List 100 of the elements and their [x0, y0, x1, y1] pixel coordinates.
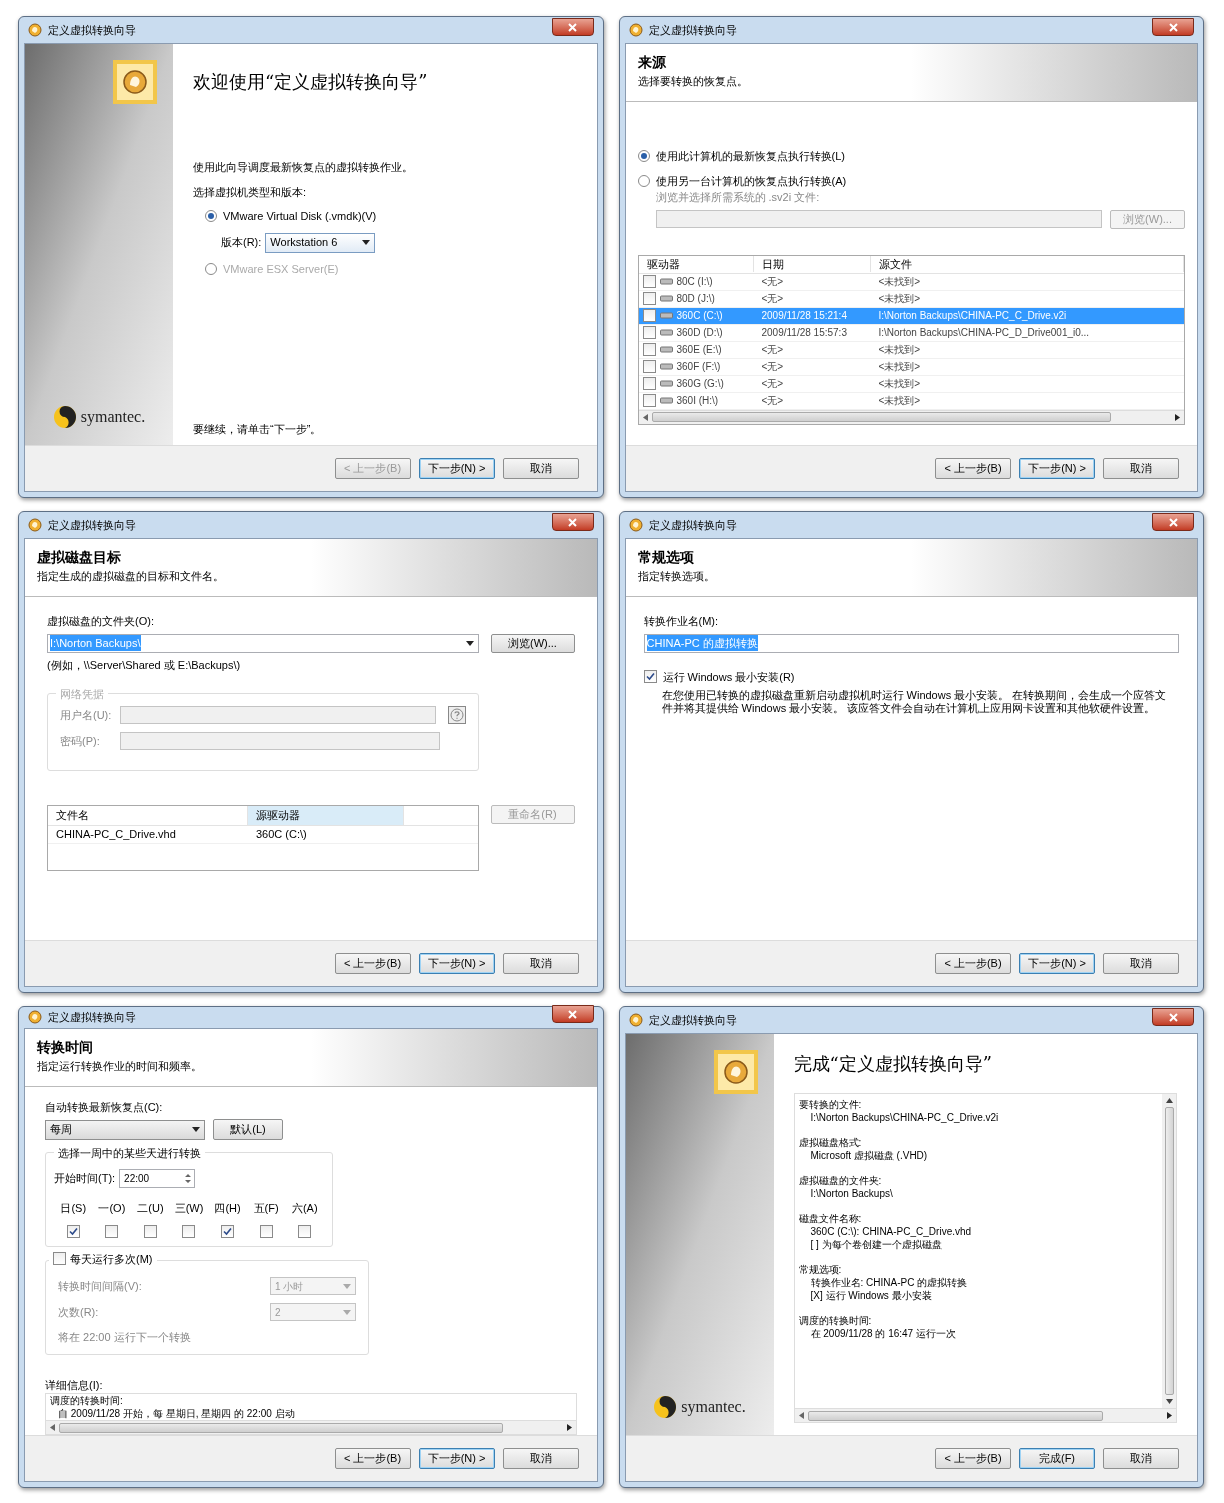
- back-button[interactable]: < 上一步(B): [334, 1448, 411, 1469]
- username-field[interactable]: [120, 706, 436, 724]
- table-row[interactable]: 360E (E:\) <无> <未找到>: [638, 341, 1184, 359]
- password-field[interactable]: [120, 732, 440, 750]
- close-button[interactable]: [1152, 1008, 1194, 1026]
- page-subheading: 选择要转换的恢复点。: [637, 74, 749, 89]
- table-cell-text: 2009/11/28 15:21:4: [760, 309, 848, 323]
- username-label: 用户名(U):: [60, 707, 113, 723]
- interval-label: 转换时间间隔(V):: [58, 1278, 142, 1294]
- horizontal-scrollbar[interactable]: [46, 1420, 576, 1434]
- day-checkbox[interactable]: [105, 1224, 119, 1238]
- window-title: 定义虚拟转换向导: [48, 22, 136, 38]
- cancel-button[interactable]: 取消: [502, 953, 579, 974]
- day-checkbox[interactable]: [221, 1224, 235, 1238]
- close-button[interactable]: [551, 18, 594, 36]
- table-cell-text: 360F (F:\): [676, 360, 721, 374]
- next-button[interactable]: 下一步(N) >: [1019, 953, 1095, 974]
- close-button[interactable]: [1152, 18, 1194, 36]
- checkbox[interactable]: [642, 292, 656, 305]
- checkbox[interactable]: [642, 377, 656, 390]
- table-cell-text: <未找到>: [877, 275, 922, 289]
- cancel-button[interactable]: 取消: [1103, 1448, 1179, 1469]
- frequency-dropdown[interactable]: 每周: [45, 1119, 205, 1140]
- drive-icon: [659, 380, 673, 387]
- dropdown-caret-icon: [343, 1283, 351, 1289]
- group-legend: 网络凭据: [56, 686, 108, 703]
- help-icon[interactable]: [447, 706, 466, 724]
- job-name-label: 转换作业名(M):: [643, 614, 720, 629]
- radio-button[interactable]: [637, 150, 650, 163]
- horizontal-scrollbar[interactable]: [794, 1408, 1176, 1422]
- column-header[interactable]: 日期: [753, 255, 871, 273]
- radio-button[interactable]: [637, 174, 650, 187]
- file-path-field[interactable]: [655, 210, 1103, 228]
- start-time-spinner[interactable]: 22:00: [119, 1169, 196, 1188]
- default-button[interactable]: 默认(L): [213, 1119, 283, 1140]
- close-button[interactable]: [1152, 513, 1194, 531]
- back-button[interactable]: < 上一步(B): [935, 953, 1011, 974]
- next-button[interactable]: 下一步(N) >: [418, 458, 495, 479]
- column-header[interactable]: 源文件: [870, 255, 1184, 273]
- close-button[interactable]: [551, 1005, 594, 1024]
- logo-text: symantec.: [80, 407, 146, 428]
- day-label: 三(W): [173, 1201, 205, 1216]
- day-checkbox[interactable]: [259, 1224, 273, 1238]
- checkbox[interactable]: [53, 1252, 66, 1266]
- table-row[interactable]: 360G (G:\) <无> <未找到>: [638, 375, 1184, 393]
- day-checkbox[interactable]: [182, 1224, 196, 1238]
- cancel-button[interactable]: 取消: [1103, 458, 1179, 479]
- day-checkbox[interactable]: [143, 1224, 157, 1238]
- summary-value: Microsoft 虚拟磁盘 (.VHD): [809, 1149, 929, 1162]
- day-checkbox[interactable]: [298, 1224, 312, 1238]
- column-header[interactable]: 源驱动器: [248, 806, 404, 825]
- scroll-right-icon: [1175, 413, 1180, 421]
- radio-label: 使用此计算机的最新恢复点执行转换(L): [655, 149, 845, 164]
- table-cell-text: 80C (I:\): [676, 275, 713, 289]
- browse-button[interactable]: 浏览(W)...: [490, 633, 575, 653]
- radio-button[interactable]: [205, 210, 217, 223]
- table-row[interactable]: 80D (J:\) <无> <未找到>: [638, 290, 1184, 308]
- back-button[interactable]: < 上一步(B): [935, 1448, 1011, 1469]
- app-icon: [628, 1013, 643, 1027]
- checkbox[interactable]: [643, 670, 657, 684]
- start-time-label: 开始时间(T):: [54, 1171, 116, 1187]
- checkbox[interactable]: [642, 343, 656, 356]
- cancel-button[interactable]: 取消: [502, 1448, 579, 1469]
- table-cell-text: 360E (E:\): [676, 343, 722, 357]
- table-cell-text: 360D (D:\): [676, 326, 723, 340]
- next-button[interactable]: 下一步(N) >: [418, 953, 495, 974]
- folder-label: 虚拟磁盘的文件夹(O):: [47, 614, 155, 629]
- checkbox[interactable]: [642, 394, 656, 407]
- table-row[interactable]: 80C (I:\) <无> <未找到>: [638, 273, 1184, 291]
- next-button[interactable]: 下一步(N) >: [418, 1448, 495, 1469]
- radio-label: VMware ESX Server(E): [223, 261, 339, 277]
- table-cell-text: <未找到>: [877, 377, 922, 391]
- cancel-button[interactable]: 取消: [1103, 953, 1179, 974]
- cancel-button[interactable]: 取消: [502, 458, 579, 479]
- close-button[interactable]: [551, 513, 594, 531]
- vertical-scrollbar[interactable]: [1162, 1094, 1176, 1408]
- finish-button[interactable]: 完成(F): [1019, 1448, 1095, 1469]
- table-cell-text: <未找到>: [877, 394, 922, 408]
- version-dropdown[interactable]: Workstation 6: [265, 232, 376, 253]
- column-header[interactable]: 驱动器: [638, 255, 754, 273]
- table-row[interactable]: 360D (D:\) 2009/11/28 15:57:3 I:\Norton Backups\CHINA-PC_D_Drive001_i0...: [638, 324, 1184, 342]
- next-button[interactable]: 下一步(N) >: [1019, 458, 1095, 479]
- back-button[interactable]: < 上一步(B): [935, 458, 1011, 479]
- table-cell-text: <无>: [760, 377, 785, 391]
- drive-icon: [659, 278, 673, 285]
- checkbox[interactable]: [642, 326, 656, 339]
- table-cell-text: <未找到>: [877, 343, 922, 357]
- checkbox-label: 运行 Windows 最小安装(R): [662, 669, 795, 685]
- day-checkbox[interactable]: [66, 1224, 80, 1238]
- summary-value: 转换作业名: CHINA-PC 的虚拟转换: [809, 1276, 969, 1289]
- checkbox[interactable]: [642, 275, 656, 288]
- window-title: 定义虚拟转换向导: [648, 22, 737, 38]
- back-button[interactable]: < 上一步(B): [334, 953, 411, 974]
- checkbox[interactable]: [642, 360, 656, 373]
- checkbox[interactable]: [642, 309, 656, 322]
- app-icon: [28, 23, 42, 37]
- table-row[interactable]: 360F (F:\) <无> <未找到>: [638, 358, 1184, 376]
- table-cell-text: 360I (H:\): [676, 394, 719, 408]
- table-cell-text: 360G (G:\): [676, 377, 724, 391]
- table-row[interactable]: 360I (H:\) <无> <未找到>: [638, 392, 1184, 410]
